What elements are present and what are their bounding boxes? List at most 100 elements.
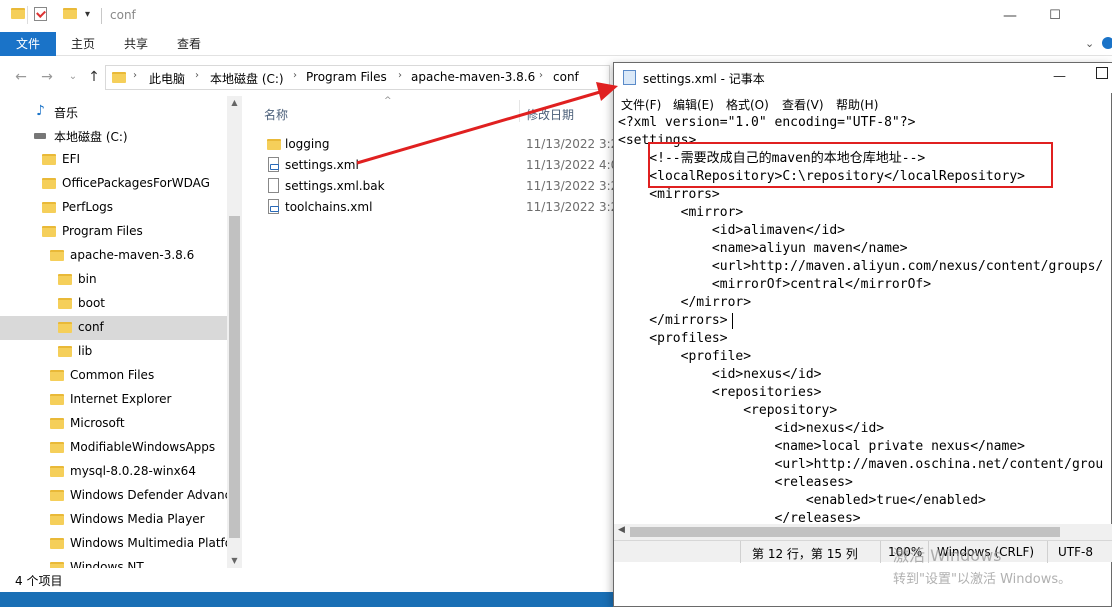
file-row-toolchains-xml[interactable]: toolchains.xml 11/13/2022 3:2 [262,197,622,218]
chevron-right-icon[interactable]: › [398,70,402,81]
code-line: </releases> [618,511,861,523]
nav-item-label: Windows Media Player [70,512,205,526]
folder-icon [50,370,64,381]
menu-file[interactable]: 文件(F) [621,96,661,113]
maximize-icon[interactable] [1096,67,1108,79]
nav-item-label: Windows Multimedia Platfo [70,536,227,550]
chevron-right-icon[interactable]: › [539,70,543,81]
code-line: <id>nexus</id> [618,367,822,382]
customize-quick-access-icon[interactable]: ▾ [85,9,90,20]
music-icon: ♪ [36,103,45,119]
chevron-right-icon[interactable]: › [133,70,137,81]
nav-item-windows-defender[interactable]: Windows Defender Advanc [0,484,227,508]
folder-icon [42,154,56,165]
scroll-down-icon[interactable]: ▼ [227,554,242,568]
recent-locations-icon[interactable]: ⌄ [64,68,82,86]
scrollbar-thumb[interactable] [630,527,1060,537]
column-header-name[interactable]: 名称 [264,106,288,123]
nav-item-boot[interactable]: boot [0,292,227,316]
breadcrumb-program-files[interactable]: Program Files [306,70,387,84]
notepad-status-bar: 第 12 行，第 15 列 100% Windows (CRLF) UTF-8 [614,540,1112,563]
nav-item-perflogs[interactable]: PerfLogs [0,196,227,220]
tab-view[interactable]: 查看 [170,32,208,56]
xml-file-icon [268,199,279,214]
minimize-icon[interactable]: — [1000,6,1020,26]
scrollbar-thumb[interactable] [229,216,240,538]
nav-item-music[interactable]: ♪ 音乐 [0,100,227,124]
folder-icon [42,202,56,213]
code-line: <id>nexus</id> [618,421,885,436]
file-row-settings-xml[interactable]: settings.xml 11/13/2022 4:0 [262,155,622,176]
notepad-titlebar: settings.xml - 记事本 — [614,63,1112,93]
maximize-icon[interactable]: ☐ [1045,6,1065,26]
back-icon[interactable]: ← [12,68,30,86]
cursor-position: 第 12 行，第 15 列 [752,547,858,561]
folder-icon [58,346,72,357]
chevron-right-icon[interactable]: › [195,70,199,81]
nav-item-microsoft[interactable]: Microsoft [0,412,227,436]
new-folder-icon[interactable] [63,8,77,19]
nav-item-internet-explorer[interactable]: Internet Explorer [0,388,227,412]
nav-item-windows-media-player[interactable]: Windows Media Player [0,508,227,532]
chevron-right-icon[interactable]: › [293,70,297,81]
nav-item-bin[interactable]: bin [0,268,227,292]
nav-item-label: conf [78,320,104,334]
horizontal-scrollbar[interactable]: ◀ [614,524,1112,540]
notepad-window: settings.xml - 记事本 — 文件(F) 编辑(E) 格式(O) 查… [613,62,1112,607]
properties-icon[interactable] [34,7,47,21]
folder-icon [11,8,25,19]
nav-item-label: 音乐 [54,106,79,120]
nav-item-program-files[interactable]: Program Files [0,220,227,244]
nav-item-label: Common Files [70,368,155,382]
nav-item-windows-nt[interactable]: Windows NT [0,556,227,568]
nav-item-efi[interactable]: EFI [0,148,227,172]
explorer-titlebar: ▾ conf — ☐ [0,0,1112,32]
column-divider[interactable] [519,100,520,122]
menu-edit[interactable]: 编辑(E) [673,96,714,113]
file-row-settings-xml-bak[interactable]: settings.xml.bak 11/13/2022 3:2 [262,176,622,197]
tab-home[interactable]: 主页 [64,32,102,56]
nav-item-modifiablewindowsapps[interactable]: ModifiableWindowsApps [0,436,227,460]
breadcrumb-local-disk[interactable]: 本地磁盘 (C:) [210,70,284,87]
expand-ribbon-icon[interactable]: ⌄ [1085,37,1094,50]
nav-item-windows-multimedia[interactable]: Windows Multimedia Platfo [0,532,227,556]
nav-item-apache-maven[interactable]: apache-maven-3.8.6 [0,244,227,268]
nav-item-label: 本地磁盘 (C:) [54,130,128,144]
scroll-up-icon[interactable]: ▲ [227,96,242,110]
breadcrumb-apache-maven[interactable]: apache-maven-3.8.6 [411,70,535,84]
drive-icon [34,133,46,139]
nav-scrollbar[interactable]: ▲ ▼ [227,96,242,568]
breadcrumb-conf[interactable]: conf [553,70,579,84]
nav-item-label: Program Files [62,224,143,238]
nav-item-conf[interactable]: conf [0,316,227,340]
tab-share[interactable]: 共享 [117,32,155,56]
folder-icon [50,466,64,477]
code-line: <url>http://maven.oschina.net/content/gr… [618,457,1104,472]
encoding: UTF-8 [1058,545,1093,559]
folder-icon [50,514,64,525]
nav-item-label: lib [78,344,93,358]
menu-help[interactable]: 帮助(H) [836,96,878,113]
file-row-logging[interactable]: logging 11/13/2022 3:2 [262,134,622,155]
nav-item-officepackages[interactable]: OfficePackagesForWDAG [0,172,227,196]
address-bar[interactable]: › 此电脑 › 本地磁盘 (C:) › Program Files › apac… [105,65,610,90]
file-date: 11/13/2022 3:2 [526,200,619,214]
forward-icon[interactable]: → [38,68,56,86]
nav-item-lib[interactable]: lib [0,340,227,364]
breadcrumb-this-pc[interactable]: 此电脑 [149,70,185,87]
menu-view[interactable]: 查看(V) [782,96,824,113]
nav-item-common-files[interactable]: Common Files [0,364,227,388]
up-icon[interactable]: ↑ [85,68,103,86]
minimize-icon[interactable]: — [1053,69,1066,84]
tab-file[interactable]: 文件 [0,32,56,56]
scroll-left-icon[interactable]: ◀ [618,525,625,535]
nav-item-mysql[interactable]: mysql-8.0.28-winx64 [0,460,227,484]
activation-watermark-text: 转到"设置"以激活 Windows。 [893,572,1072,587]
nav-item-local-disk[interactable]: 本地磁盘 (C:) [0,124,227,148]
column-header-date[interactable]: 修改日期 [526,106,574,123]
menu-format[interactable]: 格式(O) [726,96,769,113]
text-editor[interactable]: <?xml version="1.0" encoding="UTF-8"?> <… [618,113,1112,523]
help-icon[interactable] [1102,37,1112,49]
code-line: <releases> [618,475,853,490]
folder-icon [50,250,64,261]
